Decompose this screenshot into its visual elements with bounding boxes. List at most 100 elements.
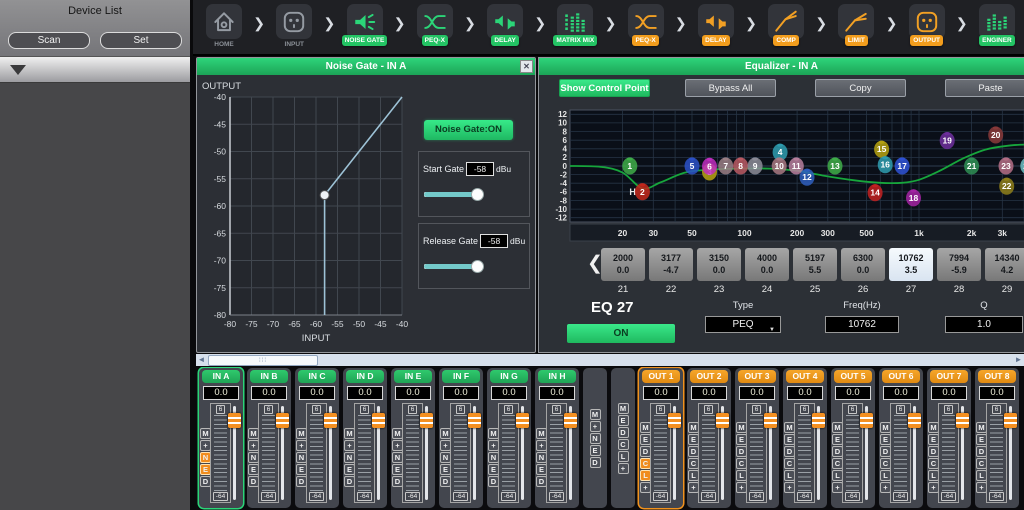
master-button-m[interactable]: M (590, 409, 601, 420)
copy-button[interactable]: Copy (815, 79, 906, 97)
channel-gain-value[interactable]: 0.0 (979, 386, 1015, 400)
fader-handle[interactable] (764, 413, 777, 428)
eq-point-10[interactable]: 10 (772, 157, 787, 174)
channel-gain-value[interactable]: 0.0 (931, 386, 967, 400)
master-button-d[interactable]: D (618, 427, 629, 438)
noise-gate-plot[interactable]: -40-45-50-55-60-65-70-75-80-80-75-70-65-… (200, 77, 414, 349)
scrollbar-thumb[interactable]: ⁞⁞⁞ (208, 355, 318, 366)
toolbar-item-delay-out[interactable]: DELAY (693, 2, 739, 46)
master-button-m[interactable]: M (618, 403, 629, 414)
channel-strip-in-h[interactable]: IN H0.0M+NED6-64 (535, 368, 579, 508)
slider-thumb[interactable] (471, 260, 484, 273)
eq-point-7[interactable]: 7 (718, 157, 733, 174)
fader-handle[interactable] (860, 413, 873, 428)
horizontal-scrollbar[interactable]: ◄ ⁞⁞⁞ ► (196, 354, 1024, 366)
channel-strip-in-g[interactable]: IN G0.0M+NED6-64 (487, 368, 531, 508)
eq-point-20[interactable]: 20 (988, 126, 1003, 143)
channel-gain-value[interactable]: 0.0 (739, 386, 775, 400)
toolbar-item-peq-x[interactable]: PEQ-X (412, 2, 458, 46)
master-button-plus[interactable]: + (618, 463, 629, 474)
fader-handle[interactable] (420, 413, 433, 428)
noise-gate-on-button[interactable]: Noise Gate:ON (424, 120, 513, 140)
eq-band-cell-28[interactable]: 7994-5.9 (937, 248, 981, 281)
channel-strip-out-4[interactable]: OUT 40.0MEDCL+6-64 (783, 368, 827, 508)
master-button-c[interactable]: C (618, 439, 629, 450)
eq-point-22[interactable]: 22 (999, 178, 1014, 195)
eq-point-5[interactable]: 5 (685, 157, 700, 174)
channel-gain-value[interactable]: 0.0 (883, 386, 919, 400)
channel-gain-value[interactable]: 0.0 (539, 386, 575, 400)
channel-strip-out-6[interactable]: OUT 60.0MEDCL+6-64 (879, 368, 923, 508)
toolbar-item-peq-x-out[interactable]: PEQ-X (623, 2, 669, 46)
toolbar-item-input[interactable]: INPUT (271, 2, 317, 50)
channel-strip-in-a[interactable]: IN A0.0M+NED6-64 (199, 368, 243, 508)
channel-strip-in-d[interactable]: IN D0.0M+NED6-64 (343, 368, 387, 508)
eq-band-cell-23[interactable]: 31500.0 (697, 248, 741, 281)
channel-strip-in-c[interactable]: IN C0.0M+NED6-64 (295, 368, 339, 508)
eq-point-23[interactable]: 23 (999, 157, 1014, 174)
channel-gain-value[interactable]: 0.0 (491, 386, 527, 400)
master-button-plus[interactable]: + (590, 421, 601, 432)
eq-band-cell-21[interactable]: 20000.0 (601, 248, 645, 281)
channel-strip-in-e[interactable]: IN E0.0M+NED6-64 (391, 368, 435, 508)
release-gate-slider[interactable] (424, 259, 522, 273)
channel-strip-out-3[interactable]: OUT 30.0MEDCL+6-64 (735, 368, 779, 508)
start-gate-slider[interactable] (424, 187, 522, 201)
eq-point-12[interactable]: 12 (800, 169, 815, 186)
channel-gain-value[interactable]: 0.0 (251, 386, 287, 400)
eq-band-cell-29[interactable]: 143404.2 (985, 248, 1024, 281)
eq-point-8[interactable]: 8 (733, 157, 748, 174)
channel-gain-value[interactable]: 0.0 (835, 386, 871, 400)
eq-point-9[interactable]: 9 (748, 157, 763, 174)
fader-handle[interactable] (812, 413, 825, 428)
scroll-right-icon[interactable]: ► (1013, 354, 1024, 366)
channel-gain-value[interactable]: 0.0 (443, 386, 479, 400)
eq-point-14[interactable]: 14 (868, 184, 883, 201)
scroll-left-icon[interactable]: ◄ (196, 354, 207, 366)
master-button-d[interactable]: D (590, 457, 601, 468)
fader-handle[interactable] (276, 413, 289, 428)
master-button-e[interactable]: E (618, 415, 629, 426)
fader-handle[interactable] (468, 413, 481, 428)
master-button-e[interactable]: E (590, 445, 601, 456)
fader-handle[interactable] (908, 413, 921, 428)
eq-band-cell-26[interactable]: 63000.0 (841, 248, 885, 281)
fader-handle[interactable] (716, 413, 729, 428)
start-gate-value[interactable]: -58 (466, 162, 494, 176)
fader-handle[interactable] (228, 413, 241, 428)
channel-gain-value[interactable]: 0.0 (787, 386, 823, 400)
paste-button[interactable]: Paste (945, 79, 1024, 97)
channel-strip-out-7[interactable]: OUT 70.0MEDCL+6-64 (927, 368, 971, 508)
channel-strip-out-5[interactable]: OUT 50.0MEDCL+6-64 (831, 368, 875, 508)
master-button-n[interactable]: N (590, 433, 601, 444)
toolbar-item-enginer[interactable]: ENGINER (974, 2, 1020, 46)
eq-point-17[interactable]: 17 (895, 157, 910, 174)
fader-handle[interactable] (956, 413, 969, 428)
fader-handle[interactable] (516, 413, 529, 428)
channel-gain-value[interactable]: 0.0 (203, 386, 239, 400)
eq-band-cell-25[interactable]: 51975.5 (793, 248, 837, 281)
bypass-all-button[interactable]: Bypass All (685, 79, 776, 97)
eq-point-13[interactable]: 13 (828, 157, 843, 174)
toolbar-item-output-out[interactable]: OUTPUT (904, 2, 950, 46)
toolbar-item-matrix-mix[interactable]: MATRIX MIX (552, 2, 598, 46)
show-control-point-button[interactable]: Show Control Point (559, 79, 650, 97)
master-button-l[interactable]: L (618, 451, 629, 462)
channel-gain-value[interactable]: 0.0 (347, 386, 383, 400)
eq-point-1[interactable]: 1 (622, 157, 637, 174)
eq-band-cell-24[interactable]: 40000.0 (745, 248, 789, 281)
release-gate-value[interactable]: -58 (480, 234, 508, 248)
scan-button[interactable]: Scan (8, 32, 90, 49)
toolbar-item-home[interactable]: HOME (201, 2, 247, 50)
channel-gain-value[interactable]: 0.0 (691, 386, 727, 400)
channel-gain-value[interactable]: 0.0 (643, 386, 679, 400)
eq-point-21[interactable]: 21 (964, 157, 979, 174)
channel-strip-in-b[interactable]: IN B0.0M+NED6-64 (247, 368, 291, 508)
freq-input[interactable]: 10762 (825, 316, 899, 333)
gate-threshold-handle[interactable] (320, 191, 329, 200)
channel-gain-value[interactable]: 0.0 (395, 386, 431, 400)
eq-point-18[interactable]: 18 (906, 189, 921, 206)
band-on-button[interactable]: ON (567, 324, 675, 343)
device-list-expander[interactable] (0, 56, 190, 83)
channel-strip-out-1[interactable]: OUT 10.0MEDCL+6-64 (639, 368, 683, 508)
